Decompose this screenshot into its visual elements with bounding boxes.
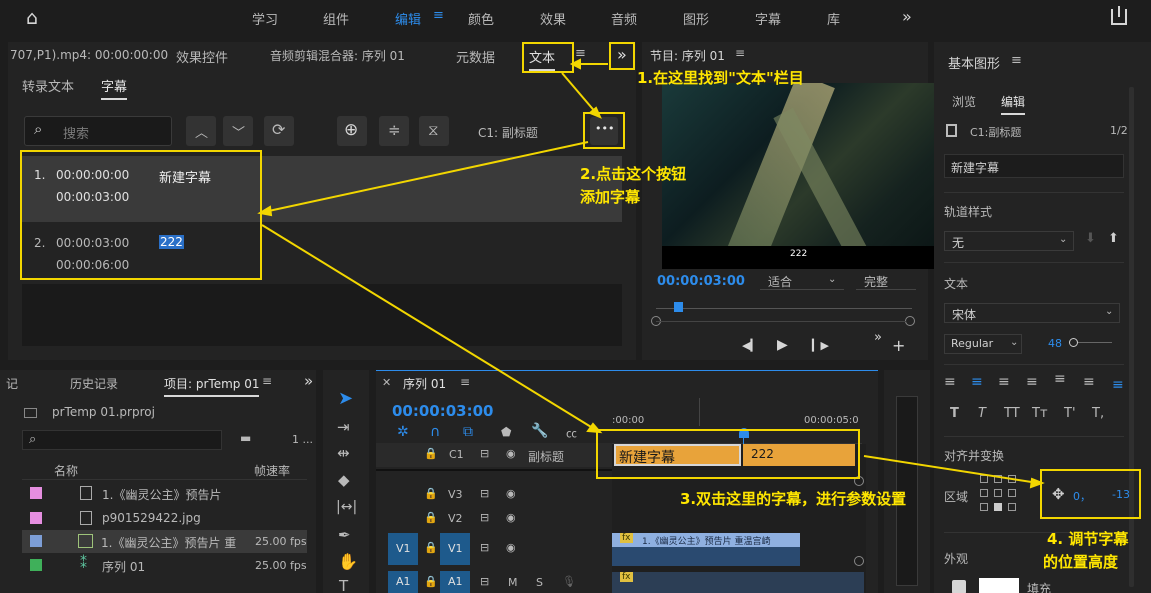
arrowhead xyxy=(257,205,273,217)
arrow-to-more-button xyxy=(561,72,598,115)
arrowhead xyxy=(588,106,602,119)
arrow-to-caption-list xyxy=(263,141,589,213)
annotation-step4b: 的位置高度 xyxy=(1043,553,1119,571)
annotation-arrows xyxy=(257,58,1045,489)
arrow-to-timeline-clips xyxy=(261,224,597,431)
annotation-step4a: 4. 调节字幕 xyxy=(1047,530,1129,548)
arrow-to-position xyxy=(863,455,1039,484)
annotation-step2b: 添加字幕 xyxy=(580,188,641,206)
arrowhead xyxy=(569,58,581,70)
annotation-step1: 1.在这里找到"文本"栏目 xyxy=(637,69,804,87)
annotation-step2a: 2.点击这个按钮 xyxy=(580,165,687,183)
annotation-step3: 3.双击这里的字幕，进行参数设置 xyxy=(680,490,907,508)
arrowhead xyxy=(1029,477,1045,489)
